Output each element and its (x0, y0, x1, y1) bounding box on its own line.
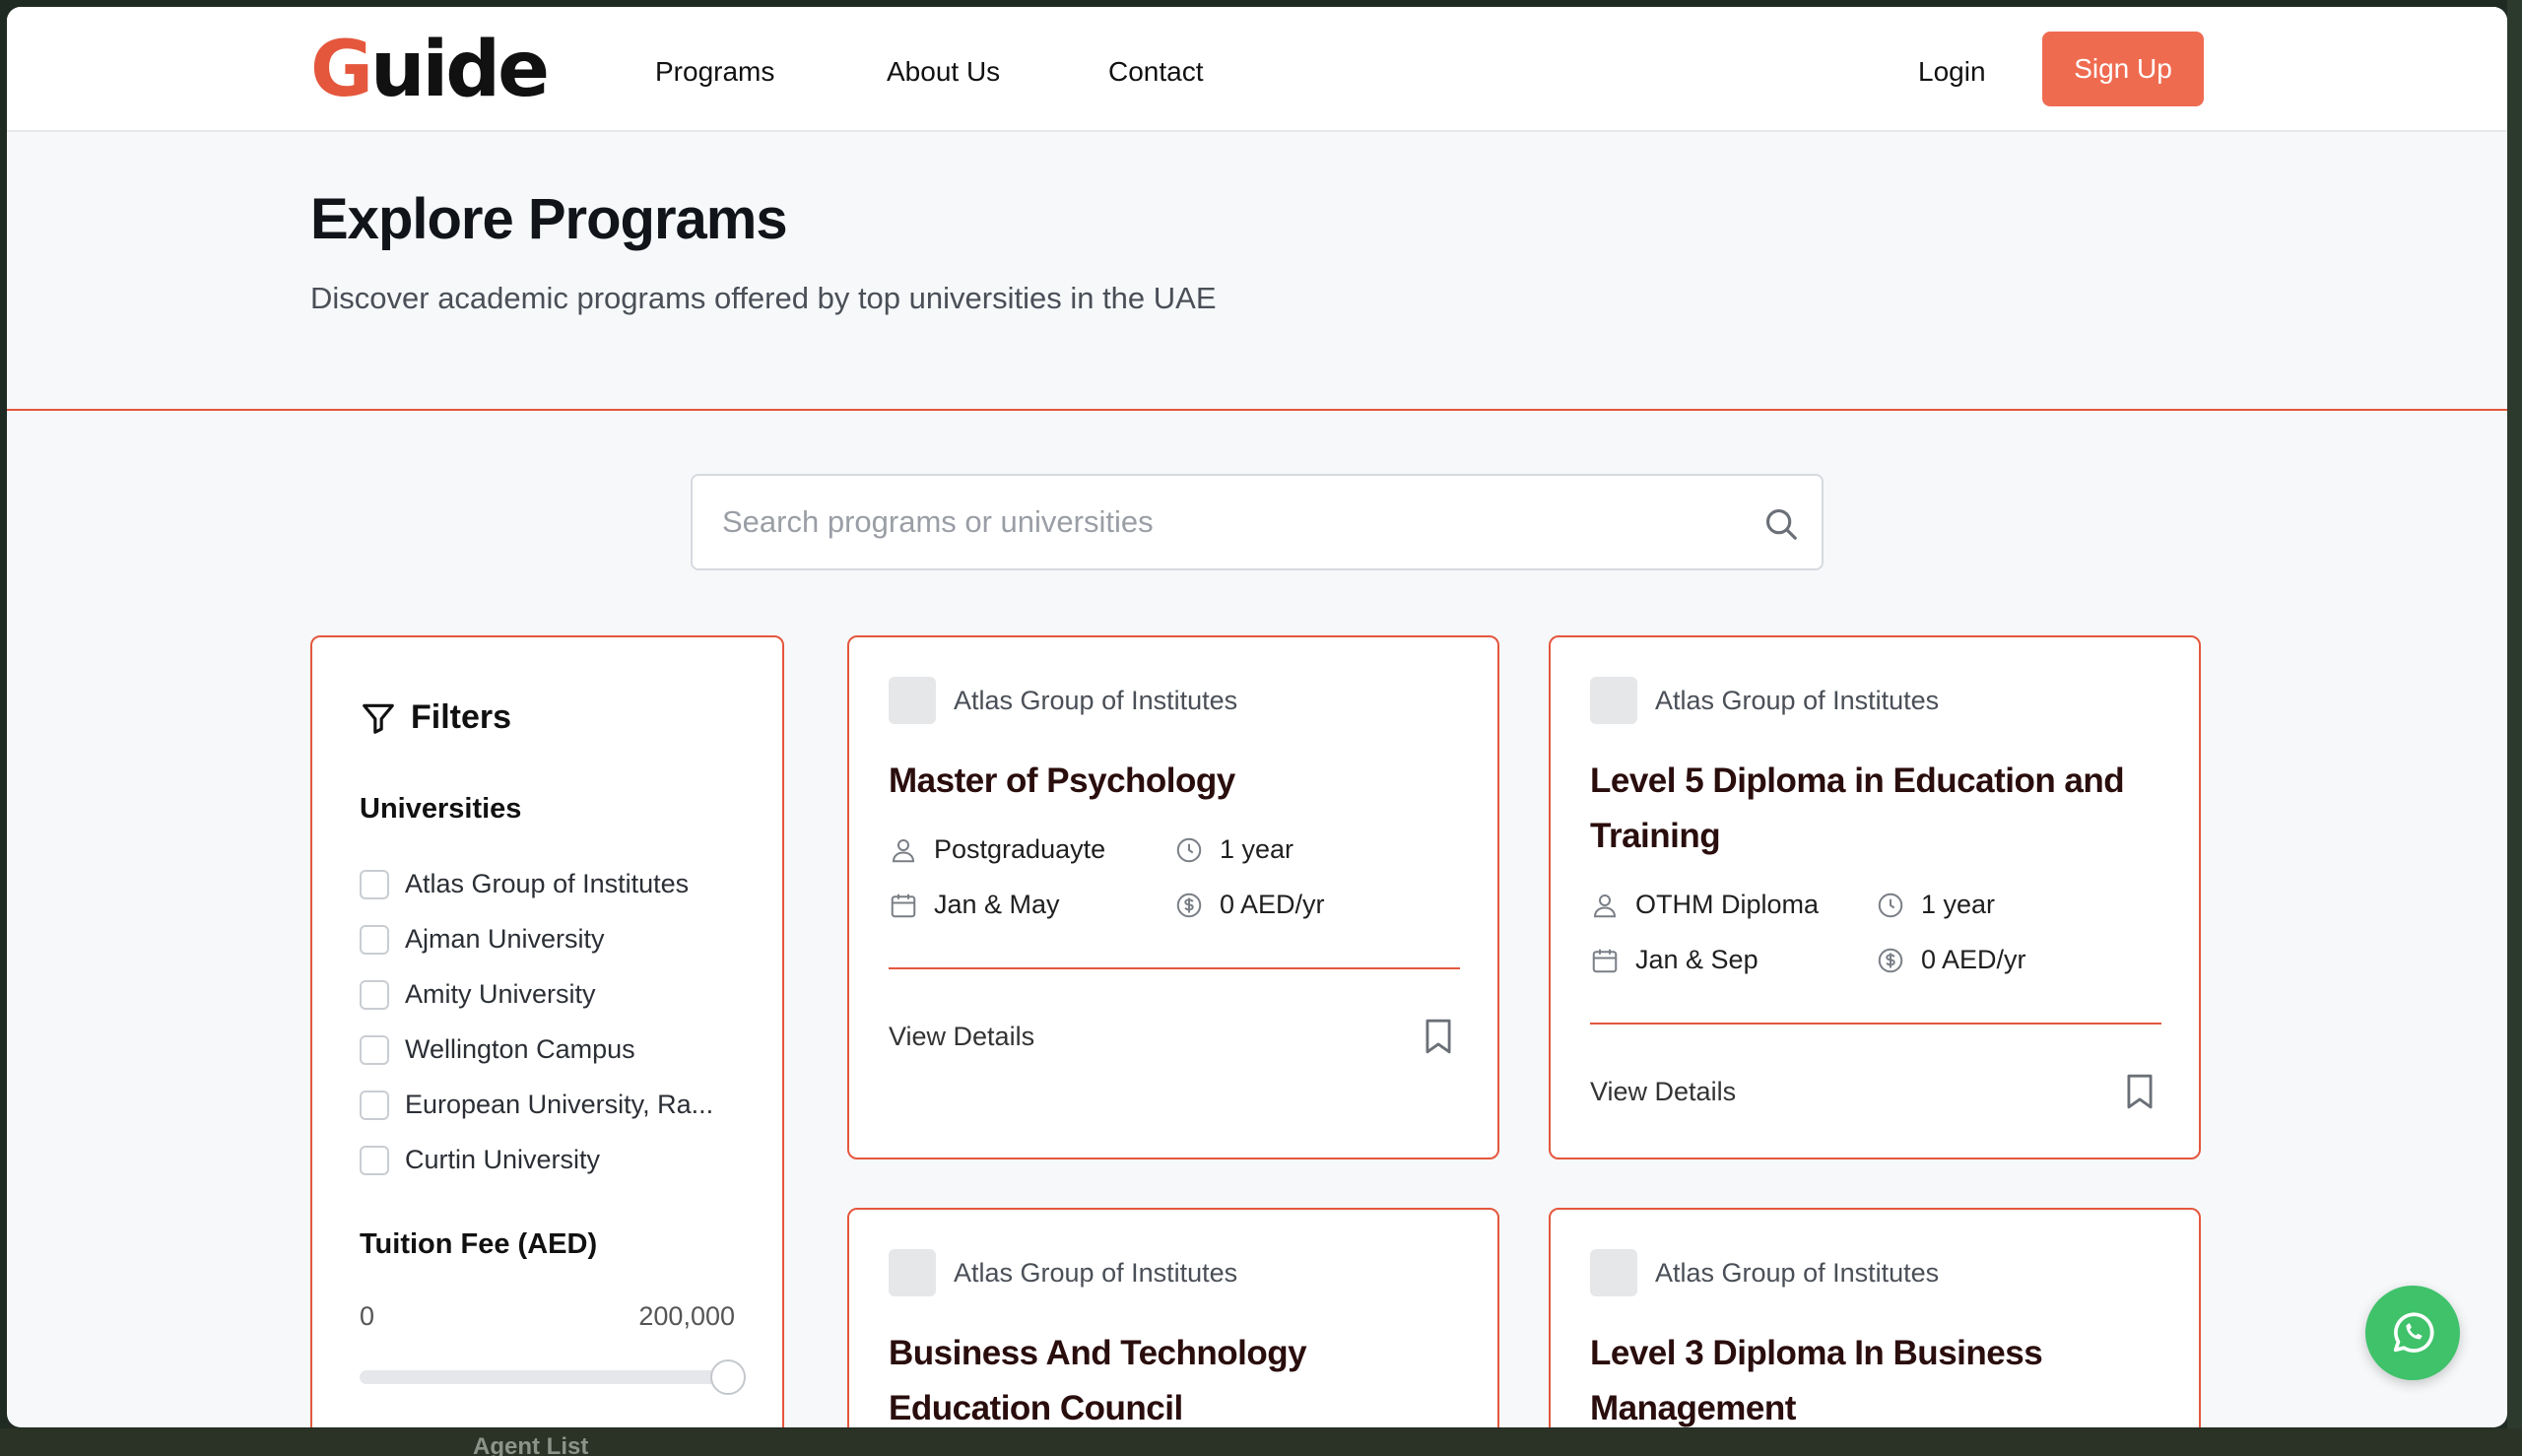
desktop-background-right (2507, 0, 2522, 1456)
university-filter-item[interactable]: European University, Ra... (360, 1090, 713, 1120)
filters-title: Filters (411, 698, 512, 736)
university-filter-item[interactable]: Curtin University (360, 1145, 600, 1175)
program-duration: 1 year (1876, 890, 1995, 920)
university-name: Atlas Group of Institutes (954, 685, 1238, 715)
desktop-background-bottom (0, 1428, 2522, 1456)
tuition-slider-handle[interactable] (710, 1359, 746, 1395)
checkbox[interactable] (360, 979, 389, 1010)
university-filter-label: Atlas Group of Institutes (405, 869, 690, 898)
card-university: Atlas Group of Institutes (1590, 677, 1939, 724)
whatsapp-button[interactable] (2365, 1286, 2460, 1380)
program-level-text: Postgraduayte (934, 834, 1106, 864)
signup-button[interactable]: Sign Up (2042, 32, 2204, 106)
program-title[interactable]: Master of Psychology (889, 754, 1470, 809)
dollar-icon (1176, 893, 1202, 917)
card-university: Atlas Group of Institutes (1590, 1249, 1939, 1296)
university-filter-item[interactable]: Wellington Campus (360, 1034, 635, 1065)
program-fee: 0 AED/yr (1876, 945, 2026, 975)
card-university: Atlas Group of Institutes (889, 1249, 1237, 1296)
university-filter-item[interactable]: Ajman University (360, 924, 605, 955)
card-divider (1590, 1023, 2161, 1025)
program-title[interactable]: Level 5 Diploma in Education and Trainin… (1590, 754, 2171, 864)
program-intake-text: Jan & May (934, 890, 1060, 919)
university-filter-label: Ajman University (405, 924, 605, 954)
university-filter-label: Wellington Campus (405, 1034, 635, 1064)
background-window-text: Agent List (473, 1433, 589, 1456)
nav-about-us[interactable]: About Us (887, 56, 1000, 88)
program-duration: 1 year (1174, 834, 1294, 865)
bookmark-icon[interactable] (1423, 1018, 1454, 1055)
dollar-icon (1878, 948, 1903, 972)
clock-icon (1878, 893, 1903, 917)
checkbox[interactable] (360, 1034, 389, 1065)
user-icon (1593, 893, 1617, 917)
university-filter-label: Curtin University (405, 1145, 601, 1174)
tuition-max-label: 200,000 (638, 1301, 735, 1331)
checkbox[interactable] (360, 869, 389, 899)
nav-contact[interactable]: Contact (1108, 56, 1204, 88)
program-card[interactable]: Atlas Group of Institutes Business And T… (847, 1208, 1499, 1427)
program-card[interactable]: Atlas Group of Institutes Level 3 Diplom… (1549, 1208, 2201, 1427)
university-filter-label: European University, Ra... (405, 1090, 714, 1119)
browser-window: Guide Programs About Us Contact Login Si… (7, 7, 2507, 1427)
program-level: OTHM Diploma (1590, 890, 1819, 920)
university-logo (1590, 1249, 1637, 1296)
university-logo (889, 677, 936, 724)
universities-title: Universities (360, 793, 522, 825)
site-header: Guide Programs About Us Contact Login Si… (7, 7, 2507, 132)
search-icon[interactable] (1762, 505, 1800, 543)
program-fee-text: 0 AED/yr (1220, 890, 1325, 919)
program-duration-text: 1 year (1921, 890, 1996, 919)
card-university: Atlas Group of Institutes (889, 677, 1237, 724)
whatsapp-icon (2393, 1312, 2434, 1353)
clock-icon (1176, 837, 1202, 862)
program-intake: Jan & Sep (1590, 945, 1759, 975)
hero-divider (7, 409, 2507, 411)
program-duration-text: 1 year (1220, 834, 1294, 864)
user-icon (892, 838, 915, 862)
university-filter-item[interactable]: Amity University (360, 979, 596, 1010)
university-filter-item[interactable]: Atlas Group of Institutes (360, 869, 689, 899)
program-fee-text: 0 AED/yr (1921, 945, 2026, 974)
program-level: Postgraduayte (889, 834, 1105, 865)
program-intake: Jan & May (889, 890, 1060, 920)
program-level-text: OTHM Diploma (1635, 890, 1820, 919)
checkbox[interactable] (360, 1090, 389, 1120)
checkbox[interactable] (360, 1145, 389, 1175)
program-intake-text: Jan & Sep (1635, 945, 1759, 974)
university-name: Atlas Group of Institutes (1655, 1257, 1940, 1288)
university-name: Atlas Group of Institutes (1655, 685, 1940, 715)
calendar-icon (891, 893, 916, 917)
view-details-link[interactable]: View Details (889, 1022, 1034, 1052)
tuition-fee-title: Tuition Fee (AED) (360, 1228, 598, 1260)
filters-header: Filters (360, 698, 511, 737)
tuition-slider-track[interactable] (360, 1370, 734, 1384)
page-title: Explore Programs (310, 187, 788, 251)
program-title[interactable]: Level 3 Diploma In Business Management (1590, 1326, 2171, 1427)
program-fee: 0 AED/yr (1174, 890, 1325, 920)
card-divider (889, 967, 1460, 969)
bookmark-icon[interactable] (2124, 1073, 2156, 1110)
calendar-icon (1592, 949, 1618, 972)
search-bar (691, 474, 1824, 570)
program-card[interactable]: Atlas Group of Institutes Level 5 Diplom… (1549, 635, 2201, 1159)
filter-icon (363, 703, 394, 734)
guide-logo[interactable]: Guide (310, 29, 550, 111)
tuition-min-label: 0 (360, 1301, 375, 1331)
search-input[interactable] (722, 476, 1707, 568)
university-filter-label: Amity University (405, 979, 596, 1009)
university-name: Atlas Group of Institutes (954, 1257, 1238, 1288)
university-logo (889, 1249, 936, 1296)
program-title[interactable]: Business And Technology Education Counci… (889, 1326, 1470, 1427)
login-link[interactable]: Login (1918, 56, 1986, 88)
university-logo (1590, 677, 1637, 724)
checkbox[interactable] (360, 924, 389, 955)
view-details-link[interactable]: View Details (1590, 1077, 1736, 1107)
filters-panel: Filters Universities Atlas Group of Inst… (310, 635, 784, 1427)
page-subtitle: Discover academic programs offered by to… (310, 281, 1217, 315)
nav-programs[interactable]: Programs (655, 56, 774, 88)
program-card[interactable]: Atlas Group of Institutes Master of Psyc… (847, 635, 1499, 1159)
